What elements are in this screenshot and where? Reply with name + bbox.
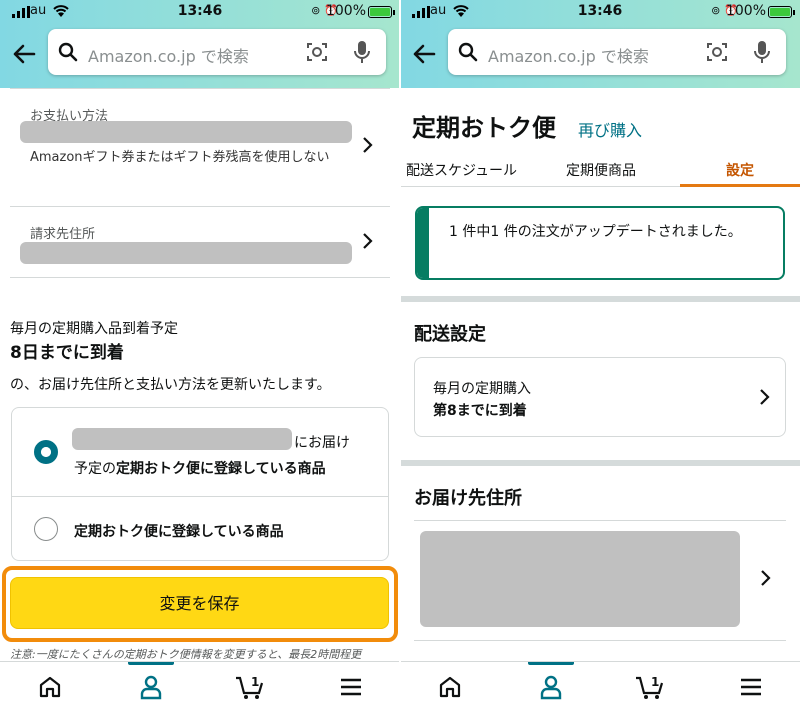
search-icon (58, 42, 78, 62)
battery-icon (768, 6, 795, 18)
header: au 13:46 ⊚ ⏰ 100% Amazon.co.jp で検索 (400, 0, 800, 88)
option1-suffix: にお届け (294, 435, 350, 451)
radio-selected[interactable] (34, 440, 58, 464)
svg-text:1: 1 (651, 675, 659, 689)
delivery-date: 8日までに到着 (10, 343, 124, 363)
redacted-payment (20, 121, 352, 143)
search-bar[interactable]: Amazon.co.jp で検索 (48, 29, 386, 75)
tab-settings[interactable]: 設定 (726, 160, 754, 180)
header: au 13:46 ⊚ ⏰ 100% Amazon.co.jp で検索 (0, 0, 400, 88)
battery-percent: 100% (725, 3, 766, 19)
screenshot-pair: au 13:46 ⊚ ⏰ 100% Amazon.co.jp で検索 お支払い方法… (0, 0, 800, 711)
billing-address-label: 請求先住所 (30, 227, 96, 242)
billing-address-row[interactable]: 請求先住所 (10, 207, 390, 277)
bottom-nav: 1 (0, 661, 400, 711)
chevron-right-icon (760, 389, 770, 405)
active-tab-indicator (528, 662, 574, 665)
battery-icon (368, 6, 395, 18)
pane-divider (399, 0, 401, 711)
home-icon[interactable] (437, 674, 463, 700)
cart-icon[interactable]: 1 (635, 674, 665, 700)
item-scope-options: にお届け 予定の定期おトク便に登録している商品 定期おトク便に登録している商品 (11, 407, 389, 561)
delivery-settings-heading: 配送設定 (414, 324, 486, 345)
address-heading: お届け先住所 (414, 488, 522, 509)
page-title: 定期おトク便 (412, 114, 556, 142)
rebuy-link[interactable]: 再び購入 (578, 117, 642, 141)
status-bar: au 13:46 ⊚ ⏰ 100% (0, 0, 400, 24)
account-icon[interactable] (138, 674, 164, 700)
subscription-settings-screen: au 13:46 ⊚ ⏰ 100% Amazon.co.jp で検索 定期おトク便… (400, 0, 800, 711)
gift-card-note: Amazonギフト券またはギフト券残高を使用しない (30, 150, 330, 165)
microphone-icon[interactable] (354, 40, 370, 64)
lock-rotation-icon: ⊚ (711, 4, 721, 17)
chevron-right-icon (363, 233, 373, 249)
redacted-address (420, 531, 740, 627)
subscription-update-screen: au 13:46 ⊚ ⏰ 100% Amazon.co.jp で検索 お支払い方法… (0, 0, 400, 711)
option1-prefix: 予定の (74, 461, 116, 477)
option1-bold: 定期おトク便に登録している商品 (116, 461, 326, 477)
active-tab-underline (680, 184, 800, 187)
option-all-items[interactable]: 定期おトク便に登録している商品 (12, 497, 388, 561)
section-separator (400, 296, 800, 302)
bottom-nav: 1 (400, 661, 800, 711)
radio-unselected[interactable] (34, 517, 58, 541)
search-input[interactable]: Amazon.co.jp で検索 (88, 43, 249, 67)
payment-method-row[interactable]: お支払い方法 Amazonギフト券またはギフト券残高を使用しない (10, 88, 390, 206)
active-tab-indicator (128, 662, 174, 665)
home-icon[interactable] (37, 674, 63, 700)
microphone-icon[interactable] (754, 40, 770, 64)
search-bar[interactable]: Amazon.co.jp で検索 (448, 29, 786, 75)
divider (10, 277, 390, 278)
change-note: 注意:一度にたくさんの定期おトク便情報を変更すると、最長2時間程更 (10, 648, 362, 661)
update-description: の、お届け先住所と支払い方法を更新いたします。 (10, 377, 331, 393)
svg-text:1: 1 (251, 675, 259, 689)
alert-band (417, 208, 429, 278)
tab-subscription-items[interactable]: 定期便商品 (566, 160, 636, 180)
camera-search-icon[interactable] (306, 42, 328, 62)
search-icon (458, 42, 478, 62)
address-row[interactable] (414, 521, 786, 639)
delivery-intro: 毎月の定期購入品到着予定 (10, 321, 178, 337)
option1-line2: 予定の定期おトク便に登録している商品 (74, 458, 326, 478)
search-input[interactable]: Amazon.co.jp で検索 (488, 43, 649, 67)
delivery-card-line2: 第8までに到着 (433, 403, 527, 419)
tab-delivery-schedule[interactable]: 配送スケジュール (406, 160, 517, 180)
back-arrow-icon[interactable] (10, 40, 38, 68)
status-bar: au 13:46 ⊚ ⏰ 100% (400, 0, 800, 24)
success-alert: 1 件中1 件の注文がアップデートされました。 (415, 206, 785, 280)
alert-message: 1 件中1 件の注文がアップデートされました。 (449, 224, 742, 240)
menu-icon[interactable] (338, 674, 364, 700)
chevron-right-icon (363, 137, 373, 153)
chevron-right-icon (761, 570, 771, 586)
camera-search-icon[interactable] (706, 42, 728, 62)
section-separator (400, 460, 800, 466)
save-changes-button[interactable]: 変更を保存 (10, 577, 389, 629)
menu-icon[interactable] (738, 674, 764, 700)
delivery-settings-card[interactable]: 毎月の定期購入 第8までに到着 (414, 357, 786, 437)
cart-icon[interactable]: 1 (235, 674, 265, 700)
delivery-card-line1: 毎月の定期購入 (433, 381, 531, 397)
lock-rotation-icon: ⊚ (311, 4, 321, 17)
divider (414, 640, 786, 641)
option-selected-address-items[interactable]: にお届け 予定の定期おトク便に登録している商品 (12, 408, 388, 496)
redacted-address (72, 428, 292, 450)
battery-percent: 100% (325, 3, 366, 19)
back-arrow-icon[interactable] (410, 40, 438, 68)
account-icon[interactable] (538, 674, 564, 700)
redacted-billing-address (20, 242, 352, 264)
option2-label: 定期おトク便に登録している商品 (74, 524, 284, 540)
